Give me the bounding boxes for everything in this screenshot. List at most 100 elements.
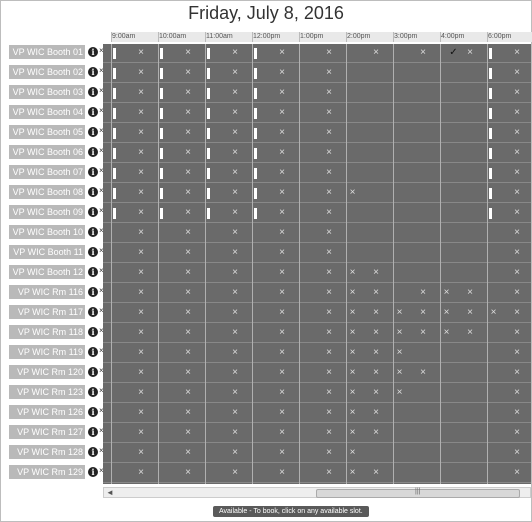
room-name[interactable]: VP WIC Rm 119 — [9, 345, 85, 359]
available-slot-marker[interactable] — [489, 148, 492, 159]
available-slot-marker[interactable] — [160, 208, 163, 219]
available-slot-marker[interactable] — [160, 128, 163, 139]
available-slot-marker[interactable] — [489, 68, 492, 79]
unavailable-slot: × — [326, 247, 332, 258]
info-icon[interactable]: i — [88, 167, 98, 177]
room-name[interactable]: VP WIC Booth 08 — [9, 185, 85, 199]
info-icon[interactable]: i — [88, 267, 98, 277]
info-icon[interactable]: i — [88, 327, 98, 337]
available-slot-marker[interactable] — [113, 128, 116, 139]
available-slot-marker[interactable] — [207, 68, 210, 79]
info-icon[interactable]: i — [88, 447, 98, 457]
info-icon[interactable]: i — [88, 467, 98, 477]
room-name[interactable]: VP WIC Rm 127 — [9, 425, 85, 439]
room-name[interactable]: VP WIC Rm 129 — [9, 465, 85, 479]
info-icon[interactable]: i — [88, 387, 98, 397]
available-slot-marker[interactable] — [489, 168, 492, 179]
info-icon[interactable]: i — [88, 427, 98, 437]
room-name[interactable]: VP WIC Rm 120 — [9, 365, 85, 379]
available-slot-marker[interactable] — [489, 108, 492, 119]
room-name[interactable]: VP WIC Booth 03 — [9, 85, 85, 99]
room-name[interactable]: VP WIC Rm 126 — [9, 405, 85, 419]
info-icon[interactable]: i — [88, 227, 98, 237]
available-slot-marker[interactable] — [207, 108, 210, 119]
room-row: VP WIC Rm 120 i × — [9, 364, 104, 380]
available-slot-marker[interactable] — [254, 168, 257, 179]
available-slot-marker[interactable] — [254, 68, 257, 79]
available-slot-marker[interactable] — [113, 108, 116, 119]
unavailable-slot: × — [279, 187, 285, 198]
room-name[interactable]: VP WIC Booth 07 — [9, 165, 85, 179]
room-name[interactable]: VP WIC Rm 123 — [9, 385, 85, 399]
available-slot-marker[interactable] — [254, 128, 257, 139]
info-icon[interactable]: i — [88, 47, 98, 57]
available-slot-marker[interactable] — [207, 188, 210, 199]
selected-slot-check-icon[interactable]: ✓ — [443, 44, 464, 62]
info-icon[interactable]: i — [88, 207, 98, 217]
available-slot-marker[interactable] — [207, 48, 210, 59]
available-slot-marker[interactable] — [113, 148, 116, 159]
available-slot-marker[interactable] — [207, 88, 210, 99]
room-name[interactable]: VP WIC Booth 01 — [9, 45, 85, 59]
info-icon[interactable]: i — [88, 347, 98, 357]
scroll-thumb[interactable]: ||| — [316, 488, 520, 498]
room-name[interactable]: VP WIC Booth 12 — [9, 265, 85, 279]
available-slot-marker[interactable] — [254, 208, 257, 219]
available-slot-marker[interactable] — [254, 88, 257, 99]
available-slot-marker[interactable] — [113, 68, 116, 79]
info-icon[interactable]: i — [88, 87, 98, 97]
info-icon[interactable]: i — [88, 67, 98, 77]
room-name[interactable]: VP WIC Rm 116 — [9, 285, 85, 299]
available-slot-marker[interactable] — [207, 128, 210, 139]
available-slot-marker[interactable] — [160, 148, 163, 159]
info-icon[interactable]: i — [88, 107, 98, 117]
available-slot-marker[interactable] — [113, 88, 116, 99]
available-slot-marker[interactable] — [489, 128, 492, 139]
available-slot-marker[interactable] — [160, 108, 163, 119]
available-slot-marker[interactable] — [489, 208, 492, 219]
available-slot-marker[interactable] — [207, 168, 210, 179]
available-slot-marker[interactable] — [160, 48, 163, 59]
available-slot-marker[interactable] — [207, 208, 210, 219]
horizontal-scrollbar[interactable]: ◄ ||| — [103, 487, 531, 498]
room-name[interactable]: VP WIC Booth 04 — [9, 105, 85, 119]
scroll-left-arrow-icon[interactable]: ◄ — [106, 488, 114, 498]
room-name[interactable]: VP WIC Booth 05 — [9, 125, 85, 139]
unavailable-slot: × — [326, 447, 332, 458]
room-name[interactable]: VP WIC Booth 06 — [9, 145, 85, 159]
available-slot-marker[interactable] — [113, 208, 116, 219]
available-slot-marker[interactable] — [254, 188, 257, 199]
room-name[interactable]: VP WIC Booth 10 — [9, 225, 85, 239]
available-slot-marker[interactable] — [113, 168, 116, 179]
unavailable-slot: × — [326, 207, 332, 218]
info-icon[interactable]: i — [88, 367, 98, 377]
available-slot-marker[interactable] — [207, 148, 210, 159]
info-icon[interactable]: i — [88, 147, 98, 157]
room-name[interactable]: VP WIC Booth 09 — [9, 205, 85, 219]
info-icon[interactable]: i — [88, 307, 98, 317]
info-icon[interactable]: i — [88, 187, 98, 197]
available-slot-marker[interactable] — [160, 168, 163, 179]
available-slot-marker[interactable] — [254, 148, 257, 159]
available-slot-marker[interactable] — [160, 88, 163, 99]
available-slot-marker[interactable] — [489, 48, 492, 59]
info-icon[interactable]: i — [88, 127, 98, 137]
available-slot-marker[interactable] — [254, 108, 257, 119]
available-slot-marker[interactable] — [489, 88, 492, 99]
info-icon[interactable]: i — [88, 287, 98, 297]
room-name[interactable]: VP WIC Booth 02 — [9, 65, 85, 79]
room-name[interactable]: VP WIC Rm 128 — [9, 445, 85, 459]
hour-gridline — [252, 44, 253, 484]
room-name[interactable]: VP WIC Rm 118 — [9, 325, 85, 339]
room-name[interactable]: VP WIC Rm 117 — [9, 305, 85, 319]
room-name[interactable]: VP WIC Booth 11 — [9, 245, 85, 259]
available-slot-marker[interactable] — [254, 48, 257, 59]
available-slot-marker[interactable] — [489, 188, 492, 199]
available-slot-marker[interactable] — [160, 188, 163, 199]
available-slot-marker[interactable] — [113, 188, 116, 199]
available-slot-marker[interactable] — [113, 48, 116, 59]
info-icon[interactable]: i — [88, 247, 98, 257]
available-slot-marker[interactable] — [160, 68, 163, 79]
booking-grid[interactable]: × × × × × × × × × × × × × × × × × × × × × × × × × × × × × × × × × × × × × × × ×… — [103, 44, 531, 484]
info-icon[interactable]: i — [88, 407, 98, 417]
